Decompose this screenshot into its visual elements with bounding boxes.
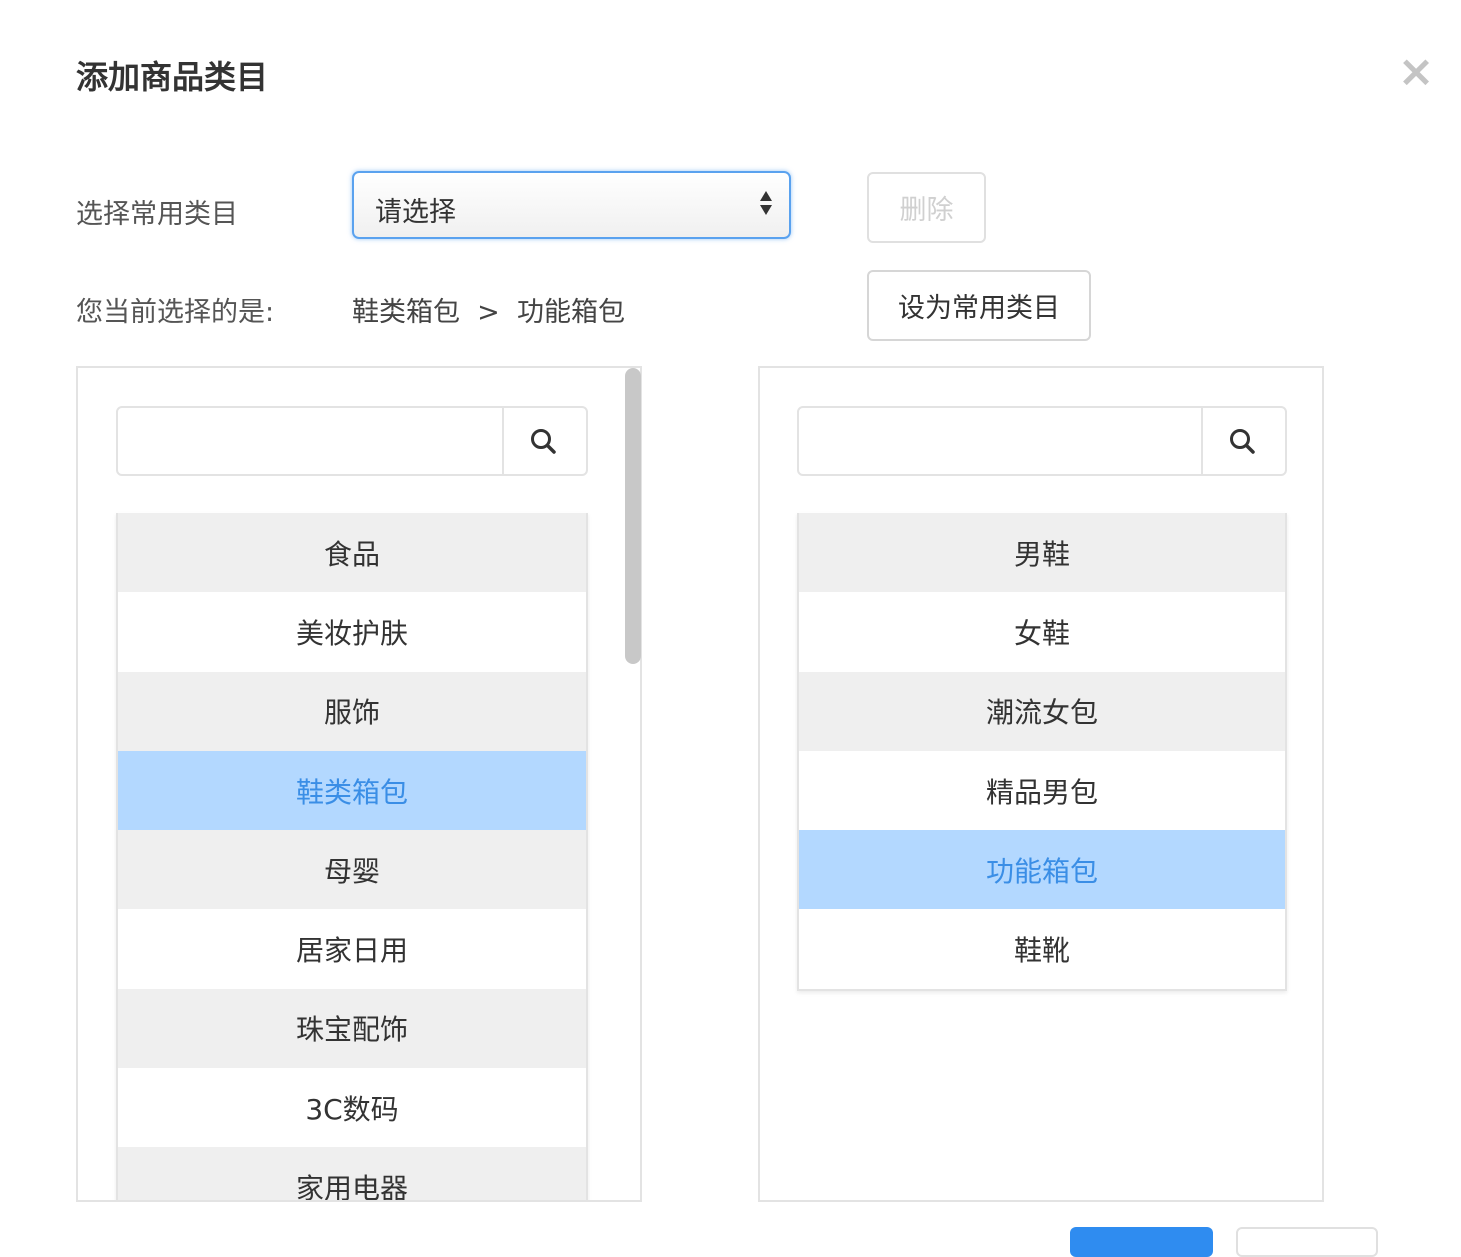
sub-category-list: 男鞋 女鞋 潮流女包 精品男包 功能箱包 鞋靴: [797, 513, 1287, 991]
list-item[interactable]: 女鞋: [799, 592, 1285, 671]
sub-search-button[interactable]: [1199, 408, 1285, 474]
list-item[interactable]: 鞋靴: [799, 909, 1285, 988]
list-item-selected[interactable]: 功能箱包: [799, 830, 1285, 910]
dialog-title: 添加商品类目: [76, 58, 269, 96]
select-arrows-icon: [760, 191, 774, 215]
list-item[interactable]: 美妆护肤: [118, 592, 586, 671]
search-icon: [1230, 429, 1255, 454]
primary-category-panel: 食品 美妆护肤 服饰 鞋类箱包 母婴 居家日用 珠宝配饰 3C数码 家用电器: [76, 366, 642, 1202]
sub-category-panel: 男鞋 女鞋 潮流女包 精品男包 功能箱包 鞋靴: [758, 366, 1324, 1202]
cancel-button[interactable]: [1236, 1227, 1378, 1257]
list-item[interactable]: 居家日用: [118, 909, 586, 988]
list-item[interactable]: 服饰: [118, 671, 586, 751]
list-item[interactable]: 精品男包: [799, 751, 1285, 830]
primary-category-list: 食品 美妆护肤 服饰 鞋类箱包 母婴 居家日用 珠宝配饰 3C数码 家用电器: [116, 513, 588, 1200]
list-item[interactable]: 家用电器: [118, 1147, 586, 1200]
current-selection-path: 鞋类箱包 > 功能箱包: [352, 297, 625, 328]
list-item[interactable]: 潮流女包: [799, 671, 1285, 751]
current-selection-label: 您当前选择的是:: [76, 297, 275, 328]
scrollbar-thumb[interactable]: [625, 368, 641, 664]
list-item[interactable]: 食品: [118, 513, 586, 593]
list-item[interactable]: 男鞋: [799, 513, 1285, 593]
delete-button[interactable]: 删除: [867, 172, 986, 243]
sub-search-box: [797, 406, 1287, 476]
close-icon[interactable]: ×: [1396, 50, 1436, 94]
list-item[interactable]: 母婴: [118, 830, 586, 910]
search-icon: [531, 429, 556, 454]
confirm-button[interactable]: [1070, 1227, 1213, 1257]
primary-search-button[interactable]: [500, 408, 586, 474]
primary-search-input[interactable]: [118, 408, 504, 474]
list-item[interactable]: 3C数码: [118, 1068, 586, 1147]
list-item-selected[interactable]: 鞋类箱包: [118, 750, 586, 831]
select-value: 请选择: [375, 197, 456, 228]
common-category-label: 选择常用类目: [76, 199, 238, 230]
primary-search-box: [116, 406, 588, 476]
set-common-button[interactable]: 设为常用类目: [867, 270, 1091, 341]
common-category-select[interactable]: 请选择: [352, 171, 791, 239]
list-item[interactable]: 珠宝配饰: [118, 988, 586, 1069]
sub-search-input[interactable]: [799, 408, 1203, 474]
